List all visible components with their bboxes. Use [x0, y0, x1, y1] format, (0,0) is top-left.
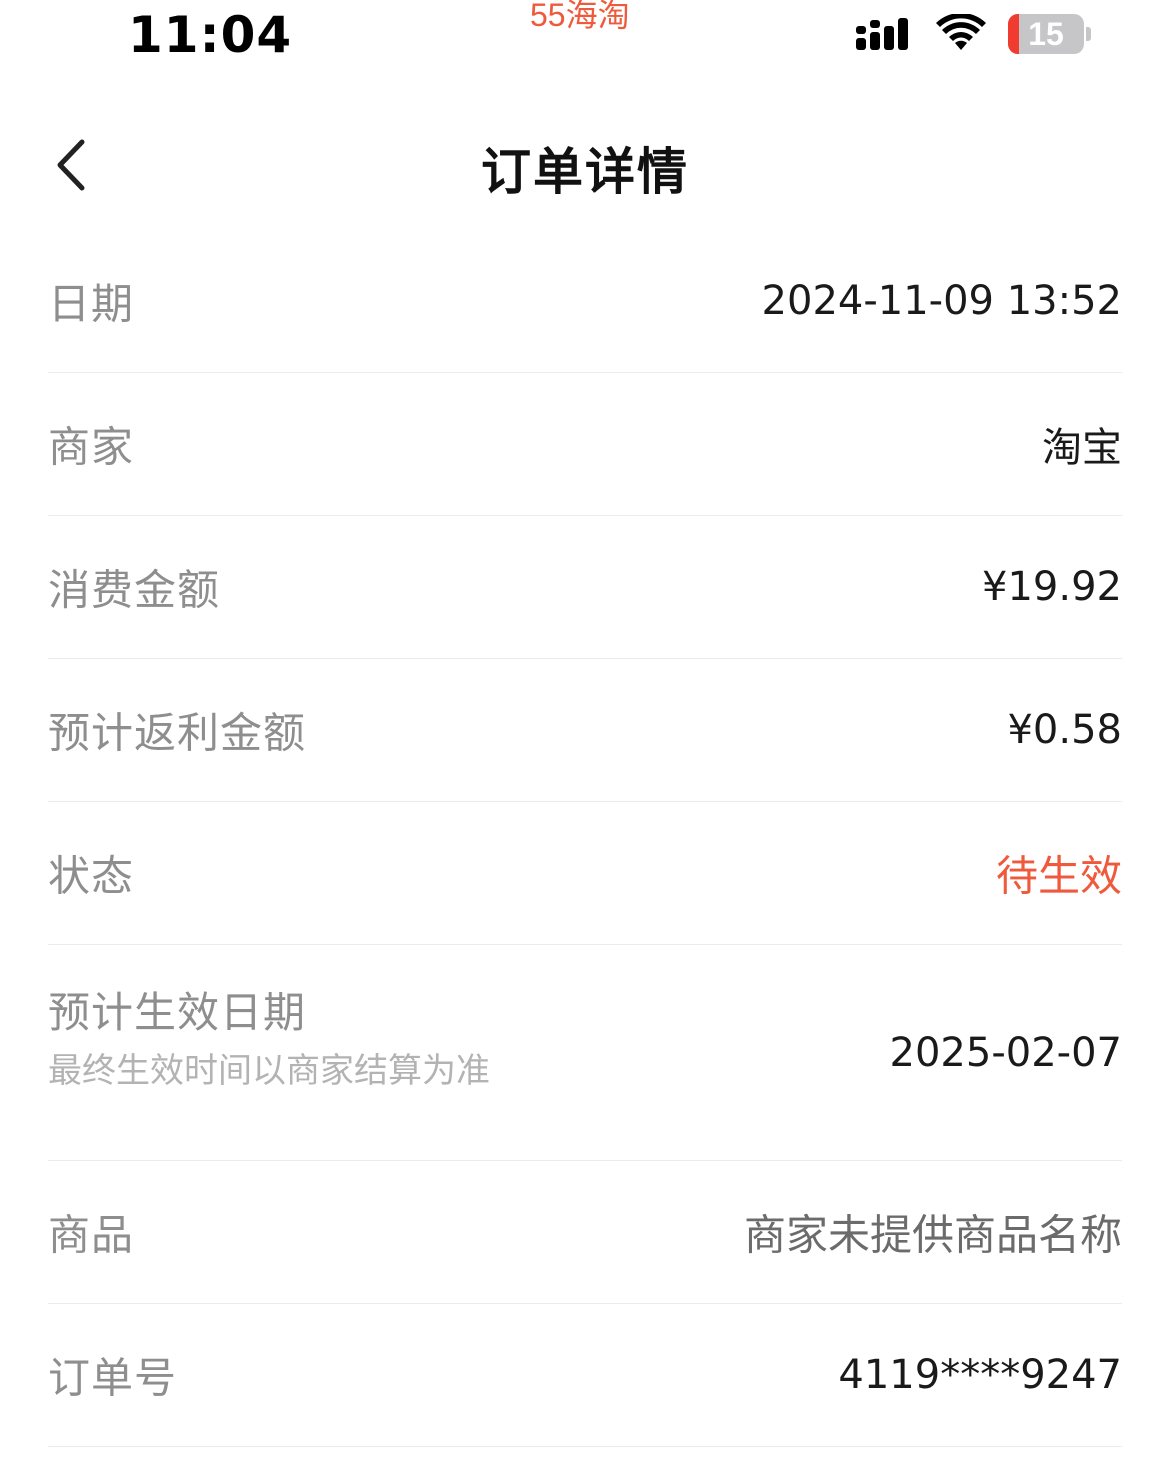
amount-value: ¥19.92: [982, 564, 1122, 610]
rebate-value: ¥0.58: [1007, 707, 1122, 753]
battery-cap: [1086, 27, 1091, 41]
date-label: 日期: [48, 279, 135, 329]
status-badge: 待生效: [995, 851, 1122, 901]
page-title: 订单详情: [481, 143, 689, 201]
merchant-label: 商家: [48, 422, 135, 472]
merchant-value: 淘宝: [1042, 425, 1122, 471]
order-number-value: 4119****9247: [838, 1352, 1122, 1398]
nav-bar: 订单详情: [0, 100, 1170, 230]
order-number-label: 订单号: [48, 1353, 178, 1403]
rebate-label: 预计返利金额: [48, 708, 307, 758]
amount-label: 消费金额: [48, 565, 221, 615]
detail-row-product: 商品 商家未提供商品名称: [48, 1161, 1122, 1304]
status-app-name: 55海淘: [530, 0, 630, 33]
product-label: 商品: [48, 1210, 135, 1260]
battery-icon: 15: [1008, 14, 1084, 54]
effective-date-note: 最终生效时间以商家结算为准: [48, 1051, 490, 1091]
product-value: 商家未提供商品名称: [743, 1210, 1122, 1260]
detail-row-amount: 消费金额 ¥19.92: [48, 516, 1122, 659]
status-time: 11:04: [128, 6, 293, 64]
status-label: 状态: [48, 851, 135, 901]
status-bar: 11:04 55海淘 15: [0, 0, 1170, 80]
order-detail-list: 日期 2024-11-09 13:52 商家 淘宝 消费金额 ¥19.92 预计…: [48, 230, 1122, 1447]
detail-row-rebate: 预计返利金额 ¥0.58: [48, 659, 1122, 802]
detail-row-effective-date: 预计生效日期 最终生效时间以商家结算为准 2025-02-07: [48, 945, 1122, 1161]
detail-row-order-number: 订单号 4119****9247: [48, 1304, 1122, 1447]
signal-icon: [856, 18, 908, 50]
detail-row-merchant: 商家 淘宝: [48, 373, 1122, 516]
detail-row-date: 日期 2024-11-09 13:52: [48, 230, 1122, 373]
battery-level: 15: [1028, 16, 1064, 52]
detail-row-status: 状态 待生效: [48, 802, 1122, 945]
effective-date-label: 预计生效日期: [48, 988, 307, 1037]
effective-date-value: 2025-02-07: [889, 1029, 1122, 1076]
wifi-icon: [936, 14, 986, 50]
date-value: 2024-11-09 13:52: [761, 278, 1122, 324]
effective-date-label-block: 预计生效日期 最终生效时间以商家结算为准: [48, 985, 490, 1095]
